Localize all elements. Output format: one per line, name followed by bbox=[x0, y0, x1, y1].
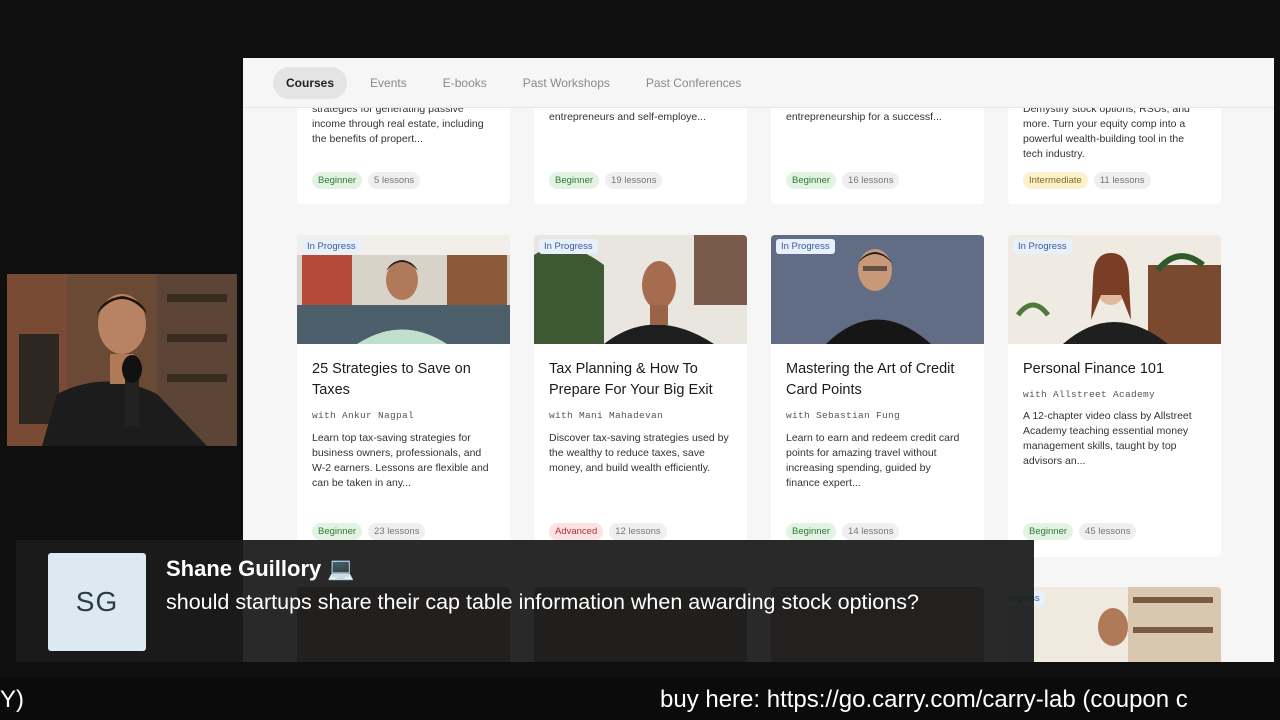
course-card[interactable]: In Progress Tax Planning & How To Prepar… bbox=[534, 235, 747, 557]
course-author: with Ankur Nagpal bbox=[312, 410, 415, 421]
course-description: Learn to earn and redeem credit card poi… bbox=[786, 432, 960, 489]
course-thumbnail: rogress bbox=[1008, 587, 1221, 662]
course-thumbnail: In Progress bbox=[297, 235, 510, 344]
level-badge: Beginner bbox=[549, 172, 600, 189]
course-thumbnail: In Progress bbox=[1008, 235, 1221, 344]
course-title[interactable]: 25 Strategies to Save on Taxes bbox=[312, 359, 498, 401]
course-author: with Mani Mahadevan bbox=[549, 410, 664, 421]
webcam-feed bbox=[7, 274, 237, 446]
chat-message-text: should startups share their cap table in… bbox=[166, 590, 919, 614]
ticker-text-right: buy here: https://go.carry.com/carry-lab… bbox=[660, 686, 1188, 713]
tab-past-workshops[interactable]: Past Workshops bbox=[510, 67, 623, 99]
tab-courses[interactable]: Courses bbox=[273, 66, 348, 99]
lesson-count: 12 lessons bbox=[609, 523, 667, 540]
course-description: Learn top tax-saving strategies for busi… bbox=[312, 432, 489, 489]
scrolling-ticker: Y) buy here: https://go.carry.com/carry-… bbox=[0, 678, 1280, 720]
course-thumbnail: In Progress bbox=[771, 235, 984, 344]
lesson-count: 16 lessons bbox=[842, 172, 900, 189]
course-description: entrepreneurship for a successf... bbox=[786, 111, 942, 123]
chat-author-name: Shane Guillory 💻 bbox=[166, 556, 355, 581]
course-title[interactable]: Mastering the Art of Credit Card Points bbox=[786, 359, 972, 401]
course-description: entrepreneurs and self-employe... bbox=[549, 111, 707, 123]
level-badge: Beginner bbox=[312, 172, 363, 189]
chat-message-overlay: SG Shane Guillory 💻 should startups shar… bbox=[16, 540, 1034, 662]
course-author: with Sebastian Fung bbox=[786, 410, 901, 421]
in-progress-badge: In Progress bbox=[302, 239, 361, 254]
lesson-count: 19 lessons bbox=[605, 172, 663, 189]
lesson-count: 45 lessons bbox=[1079, 523, 1137, 540]
avatar: SG bbox=[48, 553, 146, 651]
lesson-count: 5 lessons bbox=[368, 172, 421, 189]
tab-events[interactable]: Events bbox=[357, 67, 420, 99]
course-card[interactable]: In Progress 25 Strategies to Save on Tax… bbox=[297, 235, 510, 557]
lesson-count: 11 lessons bbox=[1093, 172, 1151, 189]
in-progress-badge: In Progress bbox=[776, 239, 835, 254]
level-badge: Intermediate bbox=[1023, 172, 1088, 189]
course-card[interactable]: In Progress Personal Finance 101 with Al… bbox=[1008, 235, 1221, 557]
level-badge: Beginner bbox=[1023, 523, 1074, 540]
level-badge: Beginner bbox=[786, 172, 837, 189]
tab-e-books[interactable]: E-books bbox=[430, 67, 500, 99]
course-description: Discover tax-saving strategies used by t… bbox=[549, 432, 729, 474]
course-title[interactable]: Personal Finance 101 bbox=[1023, 359, 1209, 380]
course-title[interactable]: Tax Planning & How To Prepare For Your B… bbox=[549, 359, 735, 401]
in-progress-badge: In Progress bbox=[539, 239, 598, 254]
level-badge: Beginner bbox=[786, 523, 837, 540]
tab-past-conferences[interactable]: Past Conferences bbox=[633, 67, 754, 99]
lesson-count: 23 lessons bbox=[368, 523, 426, 540]
course-description: A 12-chapter video class by Allstreet Ac… bbox=[1023, 410, 1192, 467]
in-progress-badge: In Progress bbox=[1013, 239, 1072, 254]
level-badge: Beginner bbox=[312, 523, 363, 540]
level-badge: Advanced bbox=[549, 523, 604, 540]
course-nav: Courses Events E-books Past Workshops Pa… bbox=[243, 58, 1274, 108]
course-description: strategies for generating passive income… bbox=[312, 103, 484, 145]
course-card[interactable]: rogress bbox=[1008, 587, 1221, 662]
course-thumbnail: In Progress bbox=[534, 235, 747, 344]
lesson-count: 14 lessons bbox=[842, 523, 900, 540]
course-description: Demystify stock options, RSUs, and more.… bbox=[1023, 103, 1190, 160]
ticker-text-left: Y) bbox=[0, 686, 24, 713]
course-author: with Allstreet Academy bbox=[1023, 389, 1156, 400]
stream-frame: Courses Events E-books Past Workshops Pa… bbox=[0, 0, 1280, 720]
course-card[interactable]: In Progress Mastering the Art of Credit … bbox=[771, 235, 984, 557]
